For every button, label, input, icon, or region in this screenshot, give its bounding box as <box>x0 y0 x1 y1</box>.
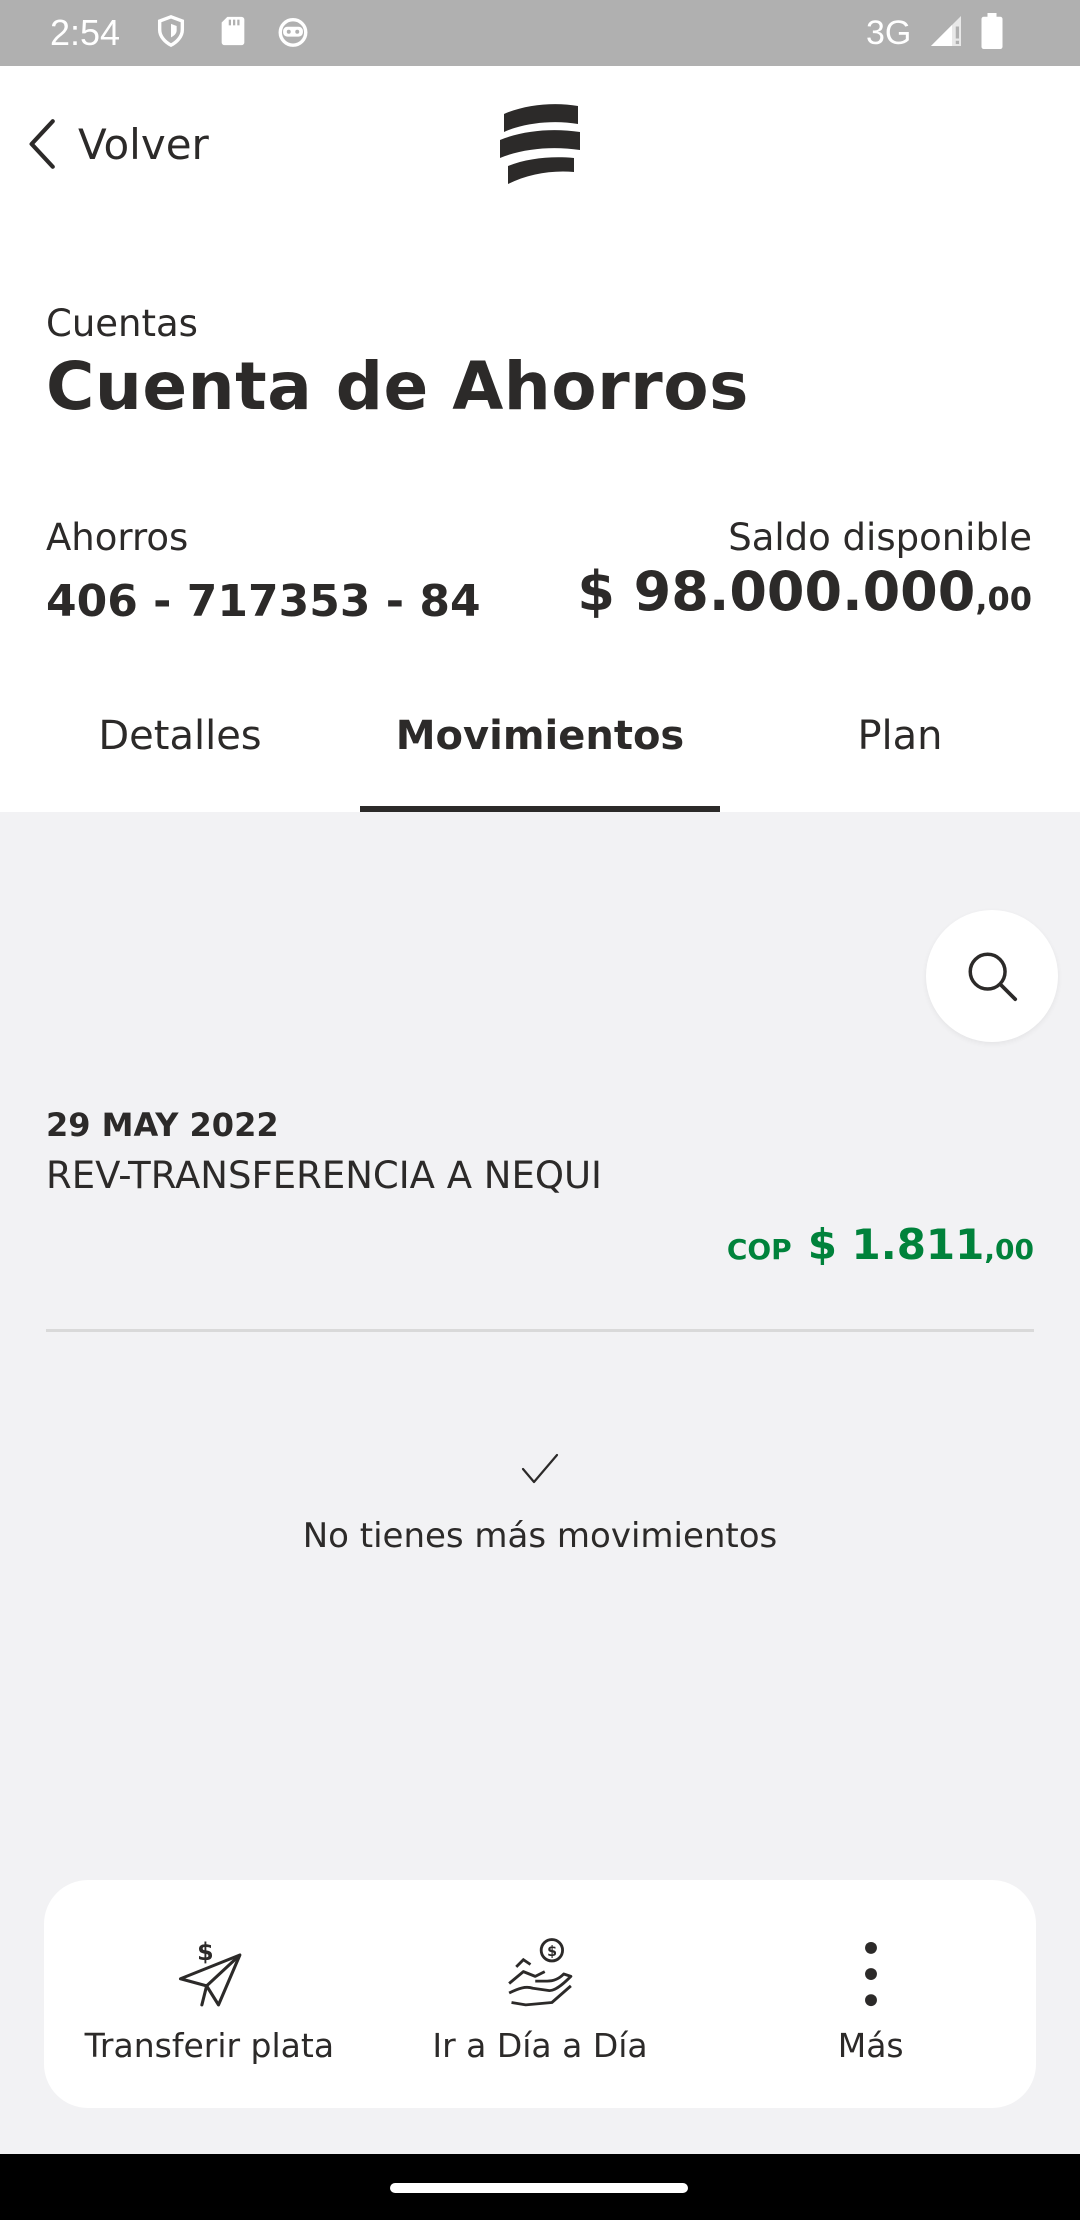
tab-plan[interactable]: Plan <box>720 686 1080 812</box>
movement-amount: COP $ 1.811,00 <box>727 1220 1034 1269</box>
shield-icon <box>157 15 185 48</box>
movement-currency: COP <box>726 1233 792 1266</box>
movement-description: REV-TRANSFERENCIA A NEQUI <box>46 1154 602 1197</box>
status-time: 2:54 <box>50 12 121 53</box>
back-label: Volver <box>78 119 209 169</box>
more-label: Más <box>837 2026 904 2065</box>
svg-text:$: $ <box>547 1944 557 1960</box>
back-button[interactable]: Volver <box>26 114 209 174</box>
more-vertical-icon <box>864 1941 877 2007</box>
sd-card-icon <box>221 16 245 46</box>
action-bar: $ Transferir plata $ Ir a Día a Día Más <box>44 1880 1036 2108</box>
transfer-label: Transferir plata <box>84 2026 335 2065</box>
more-button[interactable]: Más <box>705 1880 1036 2108</box>
status-bar: 2:54 3G <box>0 0 1080 66</box>
network-type: 3G <box>866 14 912 52</box>
signal-icon <box>931 16 961 46</box>
list-item[interactable]: 29 MAY 2022 REV-TRANSFERENCIA A NEQUI CO… <box>46 1100 1034 1269</box>
battery-icon <box>981 13 1003 49</box>
hand-money-icon: $ <box>508 1938 573 2007</box>
dia-a-dia-button[interactable]: $ Ir a Día a Día <box>375 1880 706 2108</box>
account-number: 406 - 717353 - 84 <box>46 576 481 627</box>
chevron-left-icon <box>29 119 55 169</box>
tab-movimientos[interactable]: Movimientos <box>360 686 720 812</box>
bancolombia-logo-icon <box>500 104 580 184</box>
divider <box>46 1329 1034 1332</box>
svg-text:$: $ <box>197 1938 214 1966</box>
tab-bar: Detalles Movimientos Plan <box>0 686 1080 812</box>
movement-date: 29 MAY 2022 <box>46 1106 279 1144</box>
header-panel: Volver Cuentas Cuenta de Ahorros Ahorros… <box>0 66 1080 812</box>
search-icon <box>968 952 1018 1002</box>
check-icon <box>521 1453 559 1484</box>
home-gesture-handle[interactable] <box>390 2183 688 2193</box>
android-head-icon <box>278 17 308 47</box>
system-nav-bar <box>0 2154 1080 2220</box>
breadcrumb: Cuentas <box>46 302 198 345</box>
account-type: Ahorros <box>46 516 189 559</box>
end-of-list-message: No tienes más movimientos <box>302 1516 778 1556</box>
tab-detalles[interactable]: Detalles <box>0 686 360 812</box>
search-button[interactable] <box>926 910 1058 1042</box>
balance-label: Saldo disponible <box>728 516 1032 559</box>
page-title: Cuenta de Ahorros <box>46 348 749 425</box>
movement-amount-integer: $ 1.811 <box>807 1220 985 1269</box>
send-money-icon: $ <box>179 1938 242 2007</box>
balance-amount: $ 98.000.000,00 <box>577 560 1032 623</box>
balance-decimal: ,00 <box>975 580 1032 618</box>
movement-amount-decimal: ,00 <box>984 1233 1034 1266</box>
transfer-button[interactable]: $ Transferir plata <box>44 1880 375 2108</box>
dia-a-dia-label: Ir a Día a Día <box>432 2026 648 2065</box>
balance-integer: $ 98.000.000 <box>577 560 976 623</box>
